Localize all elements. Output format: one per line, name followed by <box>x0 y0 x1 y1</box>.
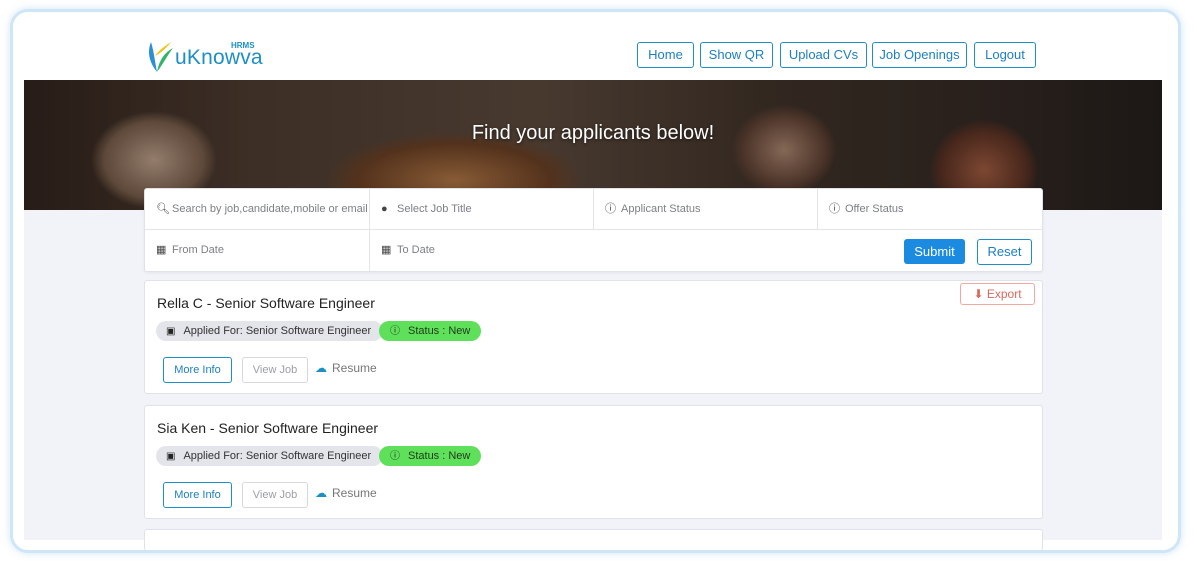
nav-upload-cvs-button[interactable]: Upload CVs <box>780 42 867 68</box>
resume-link[interactable]: ☁ Resume <box>315 486 377 500</box>
export-button[interactable]: ⬇ Export <box>960 283 1035 305</box>
cloud-download-icon: ☁ <box>315 361 327 375</box>
status-text: Status : New <box>408 325 471 337</box>
briefcase-icon: ▣ <box>166 451 176 462</box>
info-icon: ⓘ <box>390 326 400 337</box>
logo[interactable]: uKnowva HRMS <box>145 38 265 78</box>
calendar-icon: ▦ <box>381 244 392 256</box>
info-icon: ⓘ <box>829 203 840 215</box>
status-text: Status : New <box>408 450 471 462</box>
info-icon: ⓘ <box>390 451 400 462</box>
applicant-status-select[interactable]: ⓘ Applicant Status <box>594 189 818 230</box>
applicant-card: ⬇ Export Rella C - Senior Software Engin… <box>144 280 1043 394</box>
calendar-icon: ▦ <box>156 244 167 256</box>
nav-job-openings-button[interactable]: Job Openings <box>872 42 967 68</box>
nav-show-qr-button[interactable]: Show QR <box>700 42 773 68</box>
resume-label: Resume <box>332 361 377 375</box>
status-badge: ⓘ Status : New <box>379 321 482 341</box>
export-label: Export <box>986 287 1022 301</box>
briefcase-icon: ▣ <box>166 326 176 337</box>
offer-status-placeholder: Offer Status <box>845 203 904 215</box>
applied-for-text: Applied For: Senior Software Engineer <box>183 325 372 337</box>
applicant-card-partial <box>144 529 1043 550</box>
reset-button[interactable]: Reset <box>977 239 1032 265</box>
resume-link[interactable]: ☁ Resume <box>315 361 377 375</box>
applicant-name: Rella C - Senior Software Engineer <box>157 295 375 311</box>
nav-home-button[interactable]: Home <box>637 42 694 68</box>
applied-for-badge: ▣ Applied For: Senior Software Engineer <box>156 446 384 466</box>
from-date-placeholder: From Date <box>172 244 224 256</box>
brand-tag: HRMS <box>231 41 255 50</box>
to-date-placeholder: To Date <box>397 244 435 256</box>
to-date-input[interactable]: ▦ To Date <box>370 230 690 271</box>
from-date-input[interactable]: ▦ From Date <box>145 230 370 271</box>
resume-label: Resume <box>332 486 377 500</box>
cloud-download-icon: ☁ <box>315 486 327 500</box>
job-title-placeholder: Select Job Title <box>397 203 472 215</box>
status-badge: ⓘ Status : New <box>379 446 482 466</box>
offer-status-select[interactable]: ⓘ Offer Status <box>818 189 1042 230</box>
app-window: uKnowva HRMS Home Show QR Upload CVs Job… <box>10 9 1181 553</box>
nav-logout-button[interactable]: Logout <box>974 42 1036 68</box>
hero-title: Find your applicants below! <box>471 122 715 144</box>
applicant-status-placeholder: Applicant Status <box>621 203 701 215</box>
search-input[interactable]: 🔍︎ Search by job,candidate,mobile or emai… <box>145 189 370 230</box>
job-title-select[interactable]: ● Select Job Title <box>370 189 594 230</box>
more-info-button[interactable]: More Info <box>163 357 232 383</box>
search-icon: 🔍︎ <box>156 203 170 215</box>
applicant-card: Sia Ken - Senior Software Engineer ▣ Appl… <box>144 405 1043 519</box>
info-icon: ⓘ <box>605 203 616 215</box>
map-marker-icon: ● <box>381 203 388 215</box>
top-bar: uKnowva HRMS Home Show QR Upload CVs Job… <box>13 12 1178 80</box>
applied-for-badge: ▣ Applied For: Senior Software Engineer <box>156 321 384 341</box>
search-placeholder: Search by job,candidate,mobile or email <box>172 203 368 215</box>
filter-panel: 🔍︎ Search by job,candidate,mobile or emai… <box>144 188 1043 272</box>
view-job-button[interactable]: View Job <box>242 357 308 383</box>
view-job-button[interactable]: View Job <box>242 482 308 508</box>
more-info-button[interactable]: More Info <box>163 482 232 508</box>
applicant-name: Sia Ken - Senior Software Engineer <box>157 420 379 436</box>
applied-for-text: Applied For: Senior Software Engineer <box>183 450 372 462</box>
submit-button[interactable]: Submit <box>904 239 965 264</box>
logo-leaf-icon <box>149 42 173 72</box>
download-icon: ⬇ <box>973 287 984 301</box>
